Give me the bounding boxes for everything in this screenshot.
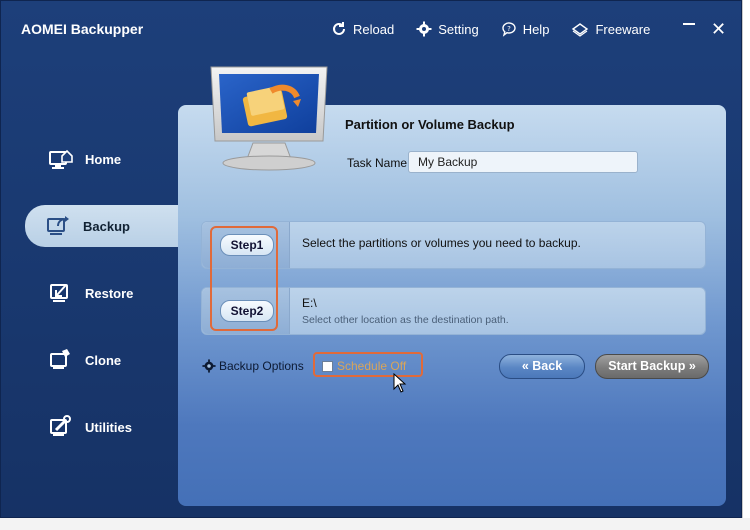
backup-monitor-illustration [205,63,333,173]
app-title: AOMEI Backupper [21,21,144,37]
step2-destination-path: E:\ [302,296,317,310]
start-backup-button[interactable]: Start Backup » [595,354,709,379]
mouse-cursor-icon [393,373,407,393]
back-button-label: Back [532,359,563,373]
minimize-button[interactable] [683,23,695,25]
menu-reload-label: Reload [353,21,395,37]
sidebar-item-utilities-label: Utilities [85,419,132,435]
backup-icon [45,212,73,240]
gear-icon [416,21,432,37]
page-title: Partition or Volume Backup [345,117,515,132]
home-icon [47,145,75,173]
chevrons-right-icon: » [688,359,696,373]
sidebar-item-utilities[interactable]: Utilities [27,406,187,448]
help-icon: ? [501,22,516,37]
svg-text:?: ? [507,25,511,33]
steps-highlight-box [210,226,278,331]
desktop-background [742,0,750,530]
start-backup-label: Start Backup [608,359,686,373]
close-button[interactable]: ✕ [711,19,726,40]
app-window: AOMEI Backupper Reload Setting ? Help Fr… [0,0,742,518]
sidebar-item-restore-label: Restore [85,285,134,301]
backup-options-label: Backup Options [219,359,304,373]
menu-freeware-label: Freeware [595,21,651,37]
clone-icon [47,346,75,374]
reload-icon [333,22,345,35]
top-menu: Reload Setting ? Help Freeware [331,21,672,37]
step1-description: Select the partitions or volumes you nee… [302,236,581,250]
task-name-label: Task Name [347,156,408,170]
sidebar-item-clone-label: Clone [85,352,122,368]
menu-setting-label: Setting [438,21,479,37]
sidebar-item-clone[interactable]: Clone [27,339,187,381]
sidebar-item-restore[interactable]: Restore [27,272,187,314]
menu-freeware[interactable]: Freeware [571,21,650,37]
task-name-input[interactable]: My Backup [408,151,638,173]
sidebar-item-home-label: Home [85,151,122,167]
back-button[interactable]: « Back [499,354,585,379]
freeware-icon [572,23,589,37]
sidebar-item-backup[interactable]: Backup [25,205,185,247]
menu-help[interactable]: ? Help [501,21,550,37]
desktop-background-bottom [0,518,750,530]
title-bar: AOMEI Backupper Reload Setting ? Help Fr… [1,1,741,59]
menu-help-label: Help [522,21,550,37]
step2-hint: Select other location as the destination… [302,314,509,326]
utilities-icon [47,413,75,441]
restore-icon [47,279,75,307]
menu-setting[interactable]: Setting [416,21,479,37]
chevrons-left-icon: « [521,359,529,373]
menu-reload[interactable]: Reload [331,21,394,37]
sidebar-item-backup-label: Backup [83,218,130,234]
sidebar-item-home[interactable]: Home [27,138,187,180]
gear-icon [202,359,216,373]
backup-options-link[interactable]: Backup Options [202,359,304,373]
